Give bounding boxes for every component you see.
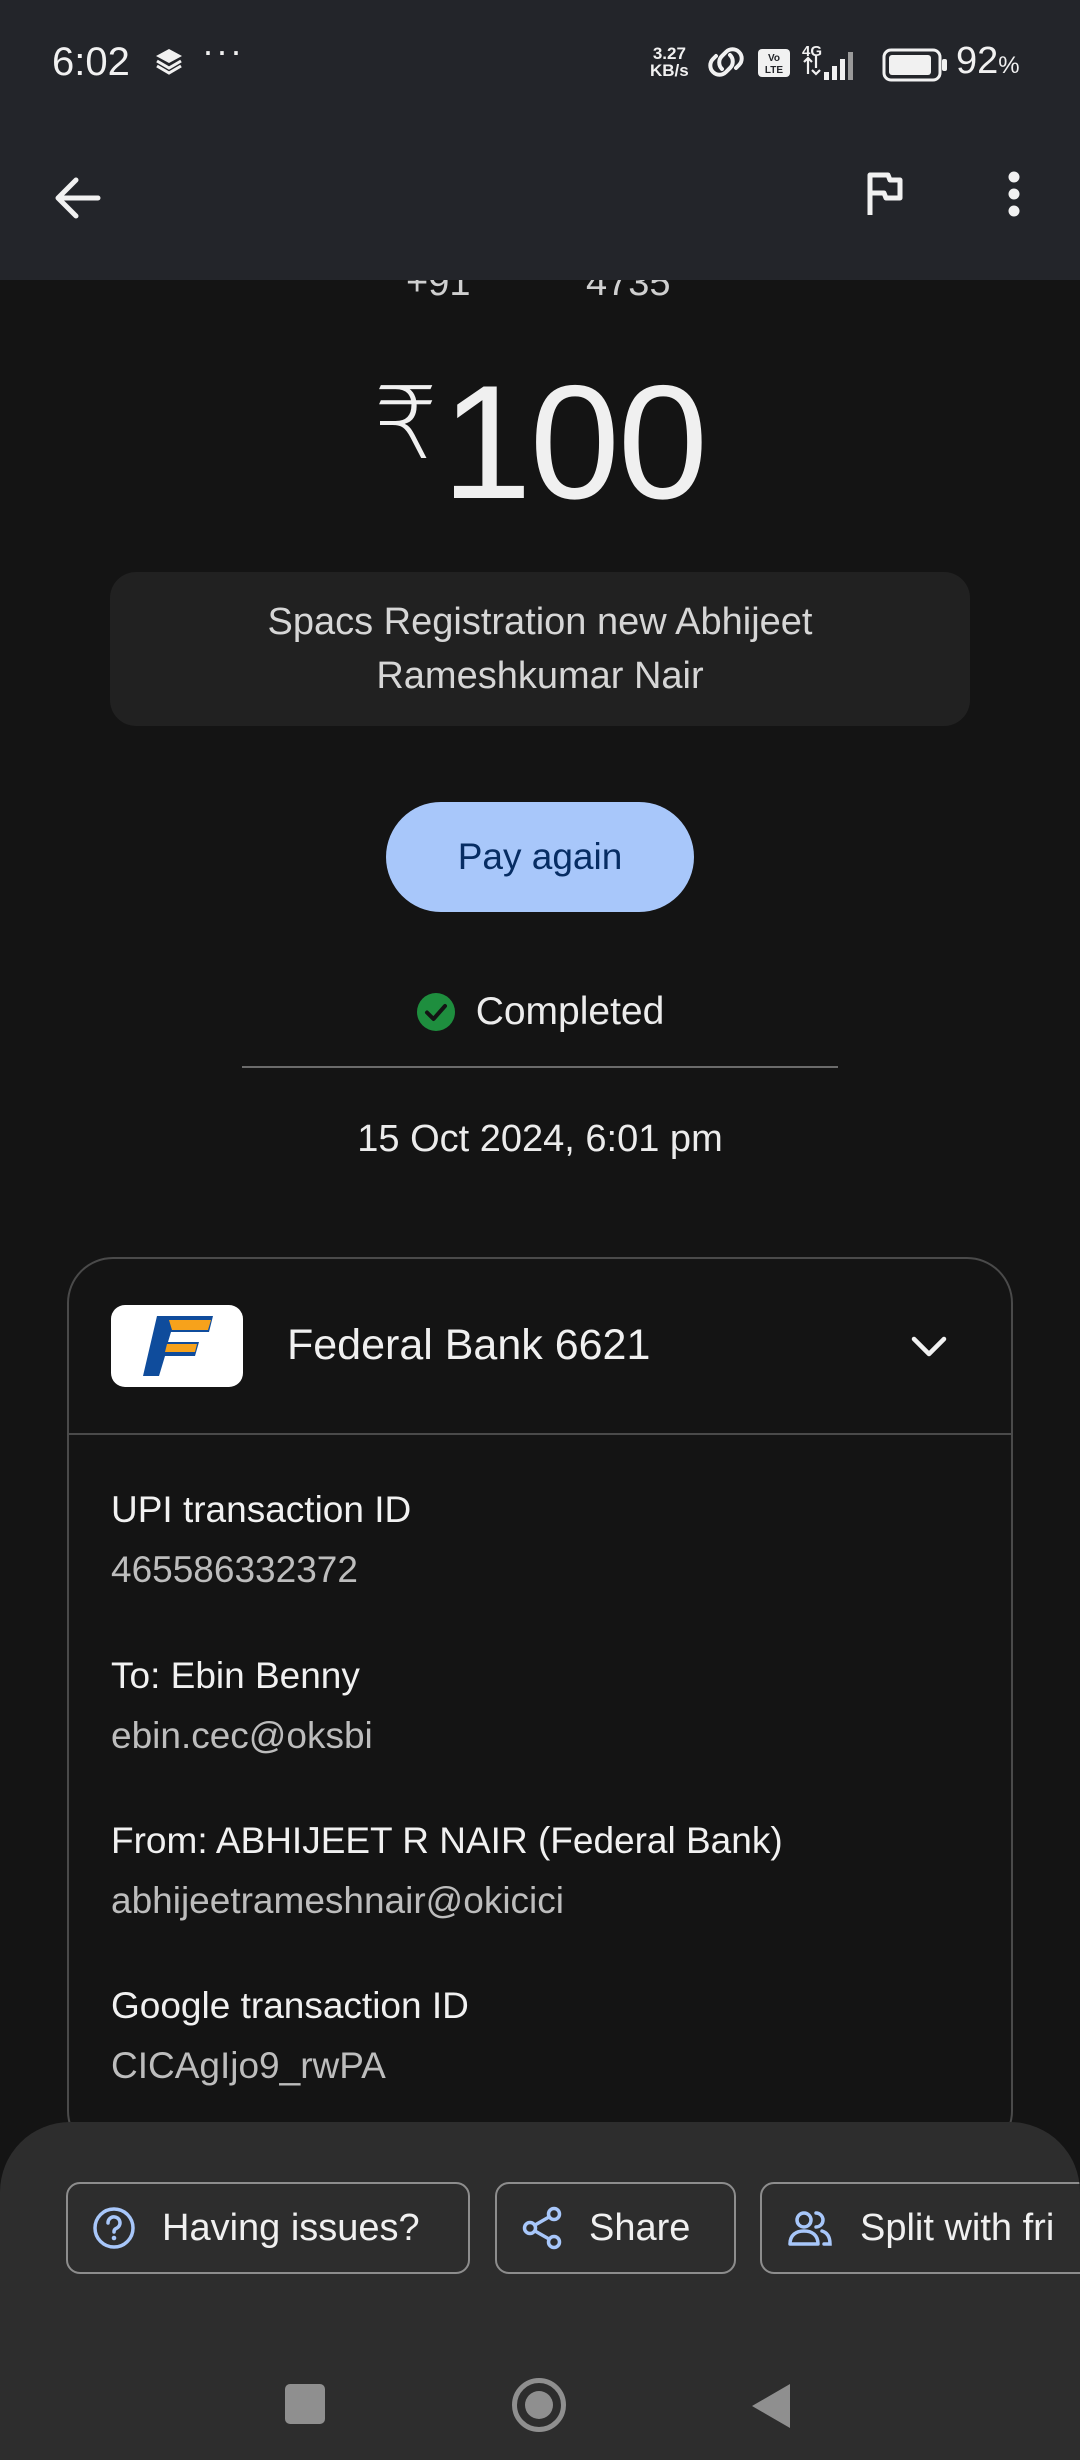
detail-value[interactable]: CICAgIjo9_rwPA [111,2045,469,2087]
payer-details: From: ABHIJEET R NAIR (Federal Bank) abh… [111,1820,783,1922]
help-icon [92,2206,136,2250]
system-back-button[interactable] [752,2384,790,2428]
check-circle-icon [416,993,455,1031]
share-icon [521,2206,563,2250]
network-label: 4G [802,43,822,60]
google-transaction-id: Google transaction ID CICAgIjo9_rwPA [111,1985,469,2087]
volte-icon: Vo LTE [757,48,791,83]
payment-status: Completed [0,990,1080,1034]
bank-name: Federal Bank 6621 [287,1321,651,1369]
status-time: 6:02 [52,40,130,84]
battery-percent-value: 92 [956,40,999,82]
status-text: Completed [475,990,665,1033]
amount-value: 100 [441,352,708,533]
recents-button[interactable] [285,2384,325,2424]
report-flag-button[interactable] [846,156,922,232]
more-options-button[interactable] [976,156,1052,232]
system-nav-bar [0,2300,1080,2460]
net-speed-value: 3.27 [652,44,686,63]
bank-account-row[interactable]: Federal Bank 6621 [69,1259,1011,1435]
home-button[interactable] [512,2378,566,2432]
battery-percent: 92% [956,40,1020,83]
upi-transaction-id: UPI transaction ID 465586332372 [111,1489,411,1591]
detail-value[interactable]: 465586332372 [111,1549,411,1591]
payment-datetime: 15 Oct 2024, 6:01 pm [357,1118,723,1160]
payment-amount: ₹100 [0,350,1080,536]
battery-percent-unit: % [998,52,1020,79]
net-speed-unit: KB/s [650,61,689,80]
more-notifications-icon: ··· [202,30,244,71]
more-vert-icon [1008,171,1020,217]
detail-label: From: ABHIJEET R NAIR (Federal Bank) [111,1820,783,1861]
having-issues-button[interactable]: Having issues? [66,2182,470,2274]
federal-bank-logo [111,1305,243,1387]
svg-text:Vo: Vo [768,53,780,64]
detail-label: UPI transaction ID [111,1489,412,1530]
detail-value[interactable]: abhijeetrameshnair@okicici [111,1880,783,1922]
back-button[interactable] [40,160,116,236]
share-label: Share [589,2206,691,2249]
pay-again-button[interactable]: Pay again [386,802,694,912]
signal-icon: 4G [800,42,868,89]
detail-label: Google transaction ID [111,1985,469,2026]
net-speed: 3.27 KB/s [650,45,689,79]
payment-note: Spacs Registration new Abhijeet Rameshku… [110,572,970,726]
detail-label: To: Ebin Benny [111,1655,360,1696]
payee-details: To: Ebin Benny ebin.cec@oksbi [111,1655,373,1757]
svg-text:LTE: LTE [765,65,783,76]
share-button[interactable]: Share [495,2182,736,2274]
currency-symbol: ₹ [374,368,438,480]
hotspot-link-icon [704,45,748,84]
layers-icon [154,47,184,80]
group-icon [786,2208,834,2248]
detail-value[interactable]: ebin.cec@oksbi [111,1715,373,1757]
transaction-details-card: Federal Bank 6621 UPI transaction ID 465… [67,1257,1013,2157]
having-issues-label: Having issues? [162,2206,420,2249]
flag-icon [867,172,903,215]
split-label: Split with fri [860,2206,1055,2249]
divider [242,1066,838,1068]
split-with-friends-button[interactable]: Split with fri [760,2182,1080,2274]
top-bar: 6:02 ··· 3.27 KB/s Vo LTE 4G 92% [0,0,1080,280]
arrow-left-icon [55,177,101,219]
payment-details-screen: 6:02 ··· 3.27 KB/s Vo LTE 4G 92% +91 473… [0,0,1080,2460]
battery-icon [882,48,948,87]
chevron-down-icon[interactable] [899,1317,959,1377]
